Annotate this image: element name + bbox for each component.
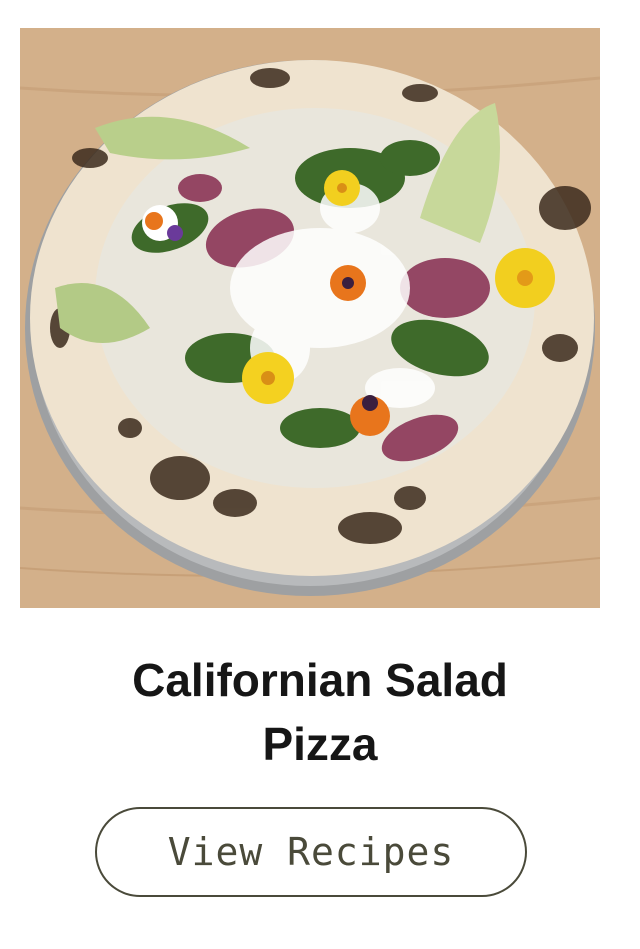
recipe-photo[interactable] xyxy=(20,28,600,608)
view-recipes-button[interactable]: View Recipes xyxy=(95,807,527,897)
recipe-title-line-1: Californian Salad xyxy=(132,654,508,706)
flower-yellow-right xyxy=(495,248,555,308)
pizza-illustration xyxy=(20,28,600,608)
recipe-title: Californian Salad Pizza xyxy=(60,648,580,776)
recipe-title-line-2: Pizza xyxy=(262,718,378,770)
